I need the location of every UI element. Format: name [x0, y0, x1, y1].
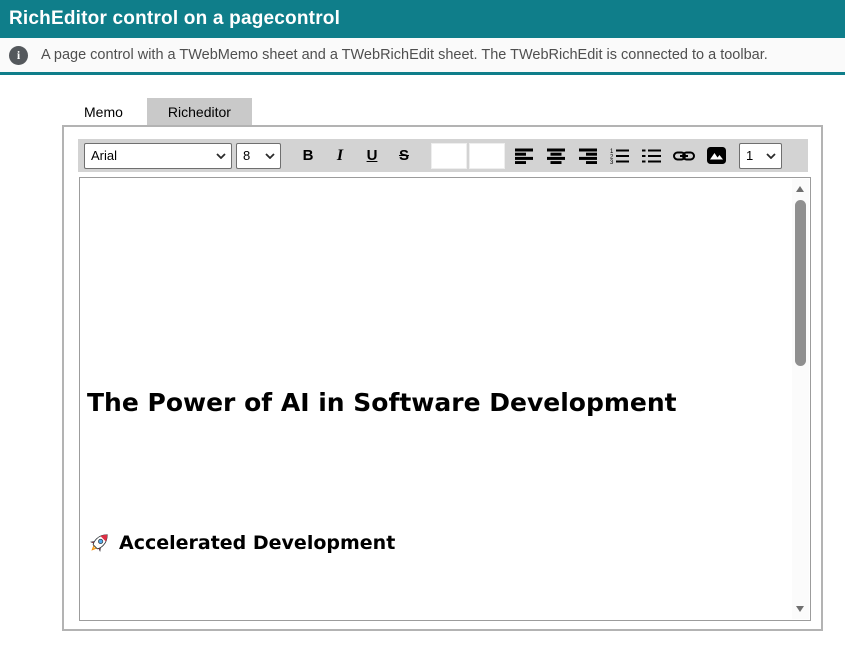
unordered-list-button[interactable] — [637, 143, 667, 169]
document-heading: The Power of AI in Software Development — [87, 388, 677, 417]
scroll-up-icon[interactable] — [796, 186, 804, 192]
unordered-list-icon — [642, 148, 662, 164]
rocket-emoji — [87, 530, 112, 555]
tab-memo[interactable]: Memo — [70, 98, 137, 125]
image-icon — [707, 147, 726, 164]
info-text: A page control with a TWebMemo sheet and… — [41, 47, 768, 63]
info-bar: i A page control with a TWebMemo sheet a… — [0, 38, 845, 75]
richedit-area[interactable]: The Power of AI in Software Development … — [79, 177, 811, 621]
richedit-toolbar: Arial 8 B I U S — [78, 139, 808, 172]
align-center-button[interactable] — [541, 143, 571, 169]
ordered-list-button[interactable]: 1 2 3 — [605, 143, 635, 169]
image-button[interactable] — [701, 143, 731, 169]
chevron-down-icon — [766, 153, 776, 159]
chevron-down-icon — [265, 153, 275, 159]
chevron-down-icon — [216, 153, 226, 159]
info-icon: i — [9, 46, 28, 65]
underline-button[interactable]: U — [357, 143, 387, 169]
zoom-value: 1 — [746, 148, 753, 163]
tab-richeditor[interactable]: Richeditor — [147, 98, 252, 125]
font-family-value: Arial — [91, 148, 117, 163]
text-color-button[interactable] — [431, 143, 467, 169]
page-title: RichEditor control on a pagecontrol — [0, 0, 845, 38]
align-left-button[interactable] — [509, 143, 539, 169]
document-subheading: Accelerated Development — [119, 532, 395, 554]
strikethrough-button[interactable]: S — [389, 143, 419, 169]
font-size-select[interactable]: 8 — [236, 143, 281, 169]
zoom-select[interactable]: 1 — [739, 143, 782, 169]
bold-button[interactable]: B — [293, 143, 323, 169]
ordered-list-icon: 1 2 3 — [610, 148, 630, 164]
link-button[interactable] — [669, 143, 699, 169]
font-size-value: 8 — [243, 148, 250, 163]
document-subheading-line: Accelerated Development — [87, 530, 395, 555]
align-right-icon — [579, 148, 598, 164]
fill-color-button[interactable] — [469, 143, 505, 169]
align-right-button[interactable] — [573, 143, 603, 169]
align-center-icon — [547, 148, 566, 164]
font-family-select[interactable]: Arial — [84, 143, 232, 169]
italic-button[interactable]: I — [325, 143, 355, 169]
vertical-scrollbar[interactable] — [792, 179, 809, 619]
link-icon — [673, 150, 695, 162]
richeditor-sheet: Arial 8 B I U S — [62, 125, 823, 631]
page: RichEditor control on a pagecontrol i A … — [0, 0, 845, 663]
svg-text:3: 3 — [610, 160, 614, 164]
scrollbar-thumb[interactable] — [795, 200, 806, 366]
scroll-down-icon[interactable] — [796, 606, 804, 612]
align-left-icon — [515, 148, 534, 164]
page-control-tabs: Memo Richeditor — [70, 98, 252, 125]
